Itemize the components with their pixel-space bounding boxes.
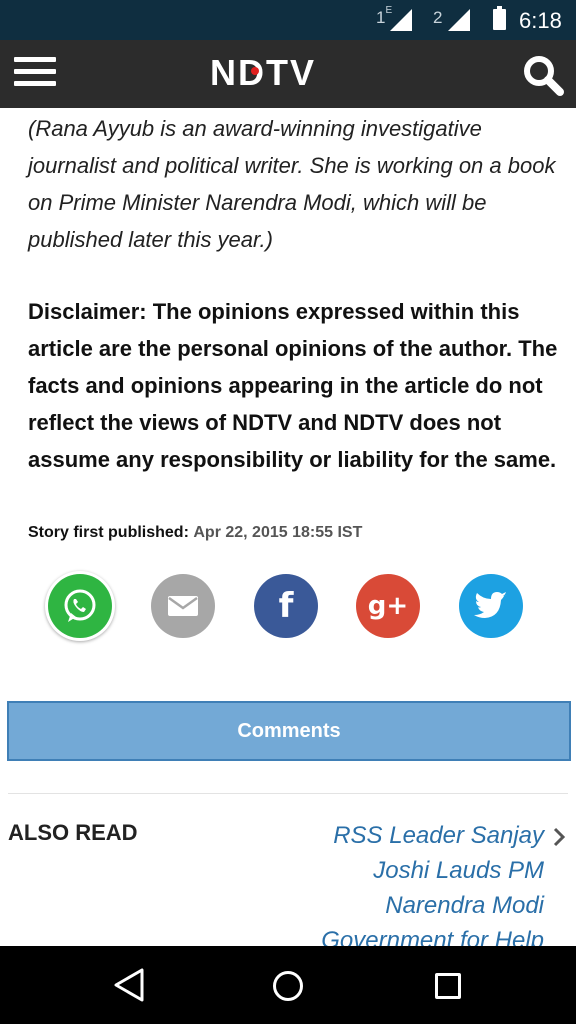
twitter-share-button[interactable] [459, 574, 523, 638]
signal-icon [390, 9, 412, 31]
ndtv-logo[interactable]: NDTV [210, 52, 316, 94]
google-plus-icon: g+ [367, 591, 409, 621]
facebook-icon: f [278, 586, 294, 626]
app-bar: NDTV [0, 40, 576, 108]
published-date: Apr 22, 2015 18:55 IST [193, 524, 363, 541]
home-icon[interactable] [273, 971, 303, 1001]
status-bar: 1E 2 6:18 [0, 0, 576, 40]
comments-label: Comments [237, 719, 341, 742]
also-read-heading: ALSO READ [8, 820, 138, 845]
status-time: 6:18 [519, 8, 562, 33]
comments-button[interactable]: Comments [7, 701, 571, 761]
email-share-button[interactable] [151, 574, 215, 638]
facebook-share-button[interactable]: f [254, 574, 318, 638]
google-plus-share-button[interactable]: g+ [356, 574, 420, 638]
disclaimer-text: Disclaimer: The opinions expressed withi… [28, 299, 558, 472]
recent-apps-icon[interactable] [435, 973, 461, 999]
battery-icon [493, 6, 506, 30]
email-icon [168, 596, 198, 616]
navigation-bar [0, 946, 576, 1024]
whatsapp-icon [64, 589, 96, 622]
signal-icon [448, 9, 470, 31]
logo-dot [251, 67, 259, 75]
published-label: Story first published: [28, 524, 189, 541]
also-read-link[interactable]: RSS Leader Sanjay Joshi Lauds PM Narendr… [284, 818, 544, 958]
divider [8, 793, 568, 794]
sim2-label: 2 [433, 8, 443, 27]
author-byline: (Rana Ayyub is an award-winning investig… [28, 116, 556, 252]
published-info: Story first published: Apr 22, 2015 18:5… [28, 524, 362, 542]
search-icon[interactable] [522, 54, 564, 96]
menu-icon[interactable] [14, 57, 56, 89]
twitter-icon [474, 592, 507, 618]
whatsapp-share-button[interactable] [48, 574, 112, 638]
chevron-right-icon[interactable] [551, 826, 567, 848]
back-icon[interactable] [112, 967, 146, 1003]
